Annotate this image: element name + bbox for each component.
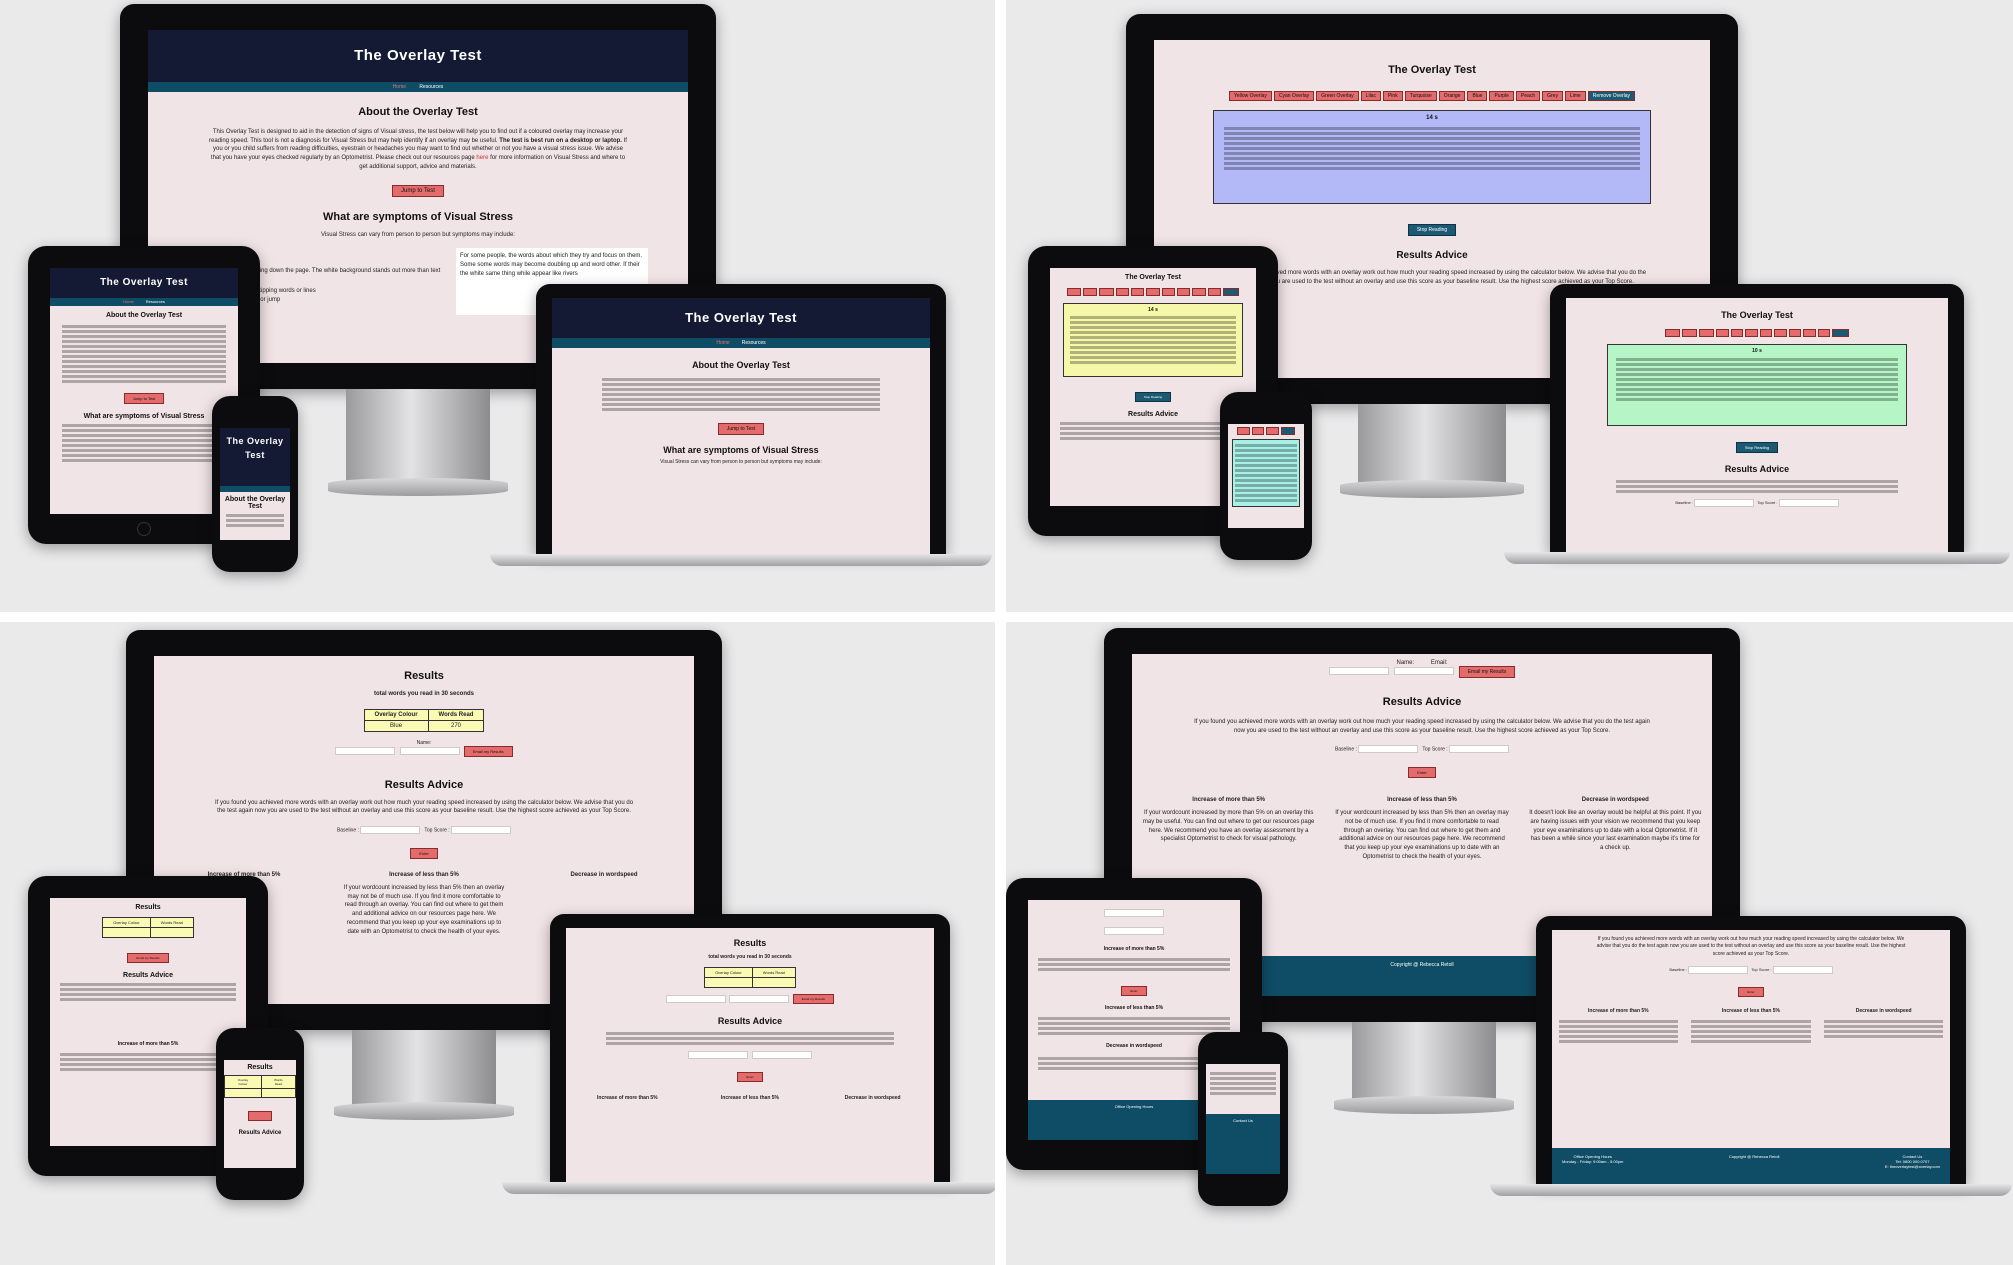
nav-home-link[interactable]: Home bbox=[393, 84, 406, 90]
overlay-button[interactable]: Pink bbox=[1382, 91, 1403, 101]
email-input[interactable] bbox=[399, 747, 460, 756]
overlay-button[interactable]: Peach bbox=[1515, 91, 1541, 101]
about-text: This Overlay Test is designed to aid in … bbox=[209, 129, 627, 170]
laptop-advice: If you found you achieved more words wit… bbox=[1536, 916, 1966, 1184]
overlay-button[interactable]: Lilac bbox=[1360, 91, 1381, 101]
results-heading: Results bbox=[404, 670, 444, 682]
top-score-input[interactable] bbox=[1449, 745, 1510, 754]
nav-resources-link[interactable]: Resources bbox=[419, 84, 443, 90]
email-results-button[interactable]: Email my Results bbox=[127, 953, 169, 963]
advice-col2-heading: Increase of less than 5% bbox=[1387, 797, 1457, 804]
laptop-test-screen: The Overlay Test 10 s Stop Reading Resul… bbox=[1566, 298, 1948, 552]
tablet-home-button[interactable] bbox=[137, 522, 151, 536]
mockup-advice: Name: Email: Email my Results Results Ad… bbox=[1006, 622, 2013, 1265]
overlay-button[interactable]: Grey bbox=[1542, 91, 1563, 101]
timer: 14 s bbox=[1426, 115, 1438, 121]
email-results-button[interactable]: Email my Results bbox=[463, 745, 513, 757]
monitor-base bbox=[1334, 1096, 1514, 1114]
result-overlay-cell: Blue bbox=[363, 719, 429, 732]
phone-advice-screen: Contact Us bbox=[1206, 1064, 1280, 1174]
nav-home-link[interactable]: Home bbox=[716, 340, 729, 346]
calculate-button[interactable]: Enter bbox=[1408, 767, 1436, 779]
laptop-base bbox=[490, 554, 992, 566]
monitor-base bbox=[328, 478, 508, 496]
reading-test-box: 14 s bbox=[1063, 303, 1243, 377]
monitor-stand bbox=[1352, 1022, 1496, 1100]
calculate-button[interactable]: Enter bbox=[1738, 986, 1764, 997]
laptop-home: The Overlay Test Home Resources About the… bbox=[536, 284, 946, 554]
name-input[interactable] bbox=[335, 747, 396, 756]
jump-to-test-button[interactable]: Jump to Test bbox=[392, 185, 444, 198]
overlay-button[interactable]: Purple bbox=[1489, 91, 1514, 101]
calculate-button[interactable]: Enter bbox=[737, 1072, 763, 1083]
baseline-input[interactable] bbox=[1358, 745, 1419, 754]
monitor-base bbox=[334, 1102, 514, 1120]
email-results-button[interactable]: Email my Results bbox=[1458, 666, 1516, 678]
stop-reading-button[interactable]: Stop Reading bbox=[1735, 442, 1779, 453]
overlay-button[interactable]: Green Overlay bbox=[1316, 91, 1359, 101]
mockup-results: Results total words you read in 30 secon… bbox=[0, 622, 995, 1265]
baseline-input[interactable] bbox=[360, 826, 421, 835]
symptoms-heading: What are symptoms of Visual Stress bbox=[323, 211, 513, 224]
monitor-base bbox=[1340, 480, 1524, 498]
advice-col3-heading: Decrease in wordspeed bbox=[1581, 797, 1649, 804]
laptop-advice-screen: If you found you achieved more words wit… bbox=[1552, 930, 1950, 1184]
phone-results: Results Overlay Colour Words Read Results… bbox=[216, 1028, 304, 1200]
jump-to-test-button[interactable]: Jump to Test bbox=[717, 423, 765, 435]
site-footer: Office Opening Hours Monday - Friday: 9:0… bbox=[1552, 1148, 1950, 1184]
monitor-stand bbox=[1358, 404, 1506, 484]
site-title: The Overlay Test bbox=[148, 30, 688, 82]
laptop-home-screen: The Overlay Test Home Resources About the… bbox=[552, 298, 930, 554]
advice-col1-heading: Increase of more than 5% bbox=[1192, 797, 1265, 804]
about-heading: About the Overlay Test bbox=[358, 106, 478, 118]
reading-test-box: 14 s bbox=[1213, 110, 1651, 204]
laptop-base bbox=[502, 1182, 995, 1194]
name-input[interactable] bbox=[1328, 667, 1389, 676]
laptop-results-screen: Results total words you read in 30 secon… bbox=[566, 928, 934, 1182]
mockup-test: The Overlay Test Yellow Overlay Cyan Over… bbox=[1006, 0, 2013, 612]
top-score-input[interactable] bbox=[451, 826, 512, 835]
overlay-button[interactable]: Cyan Overlay bbox=[1273, 91, 1315, 101]
nav-resources-link[interactable]: Resources bbox=[146, 299, 165, 304]
stop-reading-button[interactable]: Stop Reading bbox=[1407, 224, 1457, 236]
laptop-base bbox=[1490, 1184, 2012, 1196]
phone-test bbox=[1220, 392, 1312, 560]
nav-home-link[interactable]: Home bbox=[123, 299, 134, 304]
calculate-button[interactable]: Enter bbox=[410, 848, 438, 860]
monitor-stand bbox=[352, 1030, 496, 1106]
laptop-base bbox=[1504, 552, 2010, 564]
result-words-cell: 270 bbox=[427, 719, 485, 732]
monitor-stand bbox=[346, 389, 490, 481]
phone-advice: Contact Us bbox=[1198, 1032, 1288, 1206]
symptoms-intro: Visual Stress can vary from person to pe… bbox=[321, 232, 515, 239]
phone-home: The Overlay Test About the Overlay Test bbox=[212, 396, 298, 572]
mockup-home: The Overlay Test Home Resources About th… bbox=[0, 0, 995, 612]
results-subtitle: total words you read in 30 seconds bbox=[373, 691, 475, 697]
nav-bar: Home Resources bbox=[148, 82, 688, 92]
overlay-button[interactable]: Lime bbox=[1564, 91, 1586, 101]
phone-home-screen: The Overlay Test About the Overlay Test bbox=[220, 428, 290, 540]
reading-test-box: 10 s bbox=[1607, 344, 1907, 426]
email-input[interactable] bbox=[1393, 667, 1454, 676]
email-results-button[interactable]: Email my Results bbox=[792, 994, 834, 1005]
tablet-home-screen: The Overlay Test Home Resources About the… bbox=[50, 268, 238, 514]
jump-to-test-button[interactable]: Jump to Test bbox=[123, 393, 165, 404]
overlay-button[interactable]: Blue bbox=[1467, 91, 1488, 101]
laptop-test: The Overlay Test 10 s Stop Reading Resul… bbox=[1550, 284, 1964, 552]
phone-results-screen: Results Overlay Colour Words Read Results… bbox=[224, 1060, 296, 1168]
nav-resources-link[interactable]: Resources bbox=[742, 340, 766, 346]
overlay-button[interactable]: Orange bbox=[1438, 91, 1466, 101]
remove-overlay-button[interactable]: Remove Overlay bbox=[1587, 91, 1636, 101]
overlay-button[interactable]: Yellow Overlay bbox=[1228, 91, 1272, 101]
overlay-selector: Yellow Overlay Cyan Overlay Green Overlay L… bbox=[1154, 90, 1710, 102]
phone-test-screen bbox=[1228, 424, 1304, 528]
reading-test-box bbox=[1232, 439, 1300, 507]
stop-reading-button[interactable]: Stop Reading bbox=[1134, 392, 1172, 402]
results-table: Overlay Colour Words Read Blue 270 bbox=[363, 708, 485, 732]
overlay-button[interactable]: Turquoise bbox=[1404, 91, 1437, 101]
laptop-results: Results total words you read in 30 secon… bbox=[550, 914, 950, 1182]
calculate-button[interactable]: Enter bbox=[1121, 986, 1147, 996]
